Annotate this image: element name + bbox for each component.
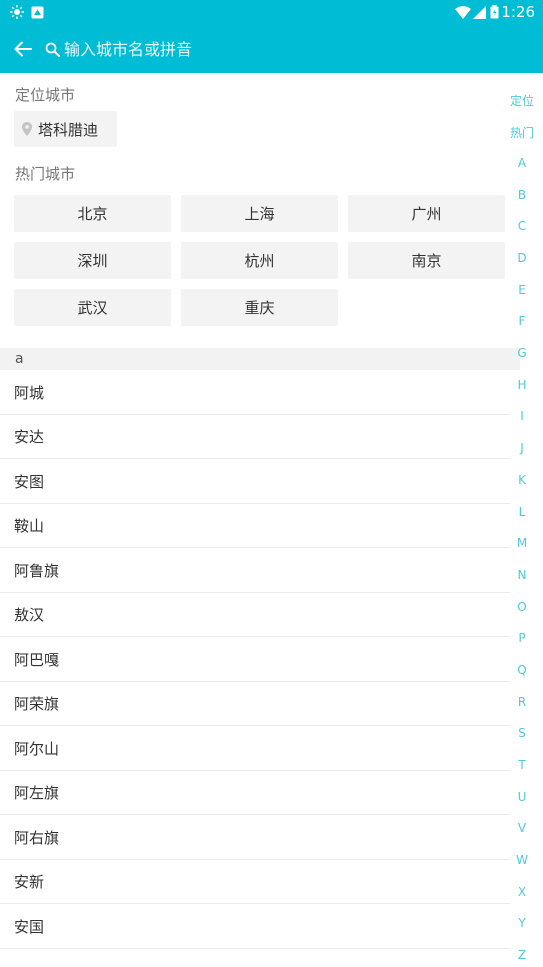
index-item[interactable]: W: [507, 853, 537, 867]
city-list-item[interactable]: 阿城: [0, 371, 510, 415]
city-list-item[interactable]: 鞍山: [0, 504, 510, 548]
index-item[interactable]: P: [507, 631, 537, 645]
index-item[interactable]: D: [507, 251, 537, 265]
index-item[interactable]: T: [507, 758, 537, 772]
index-item[interactable]: C: [507, 219, 537, 233]
city-list-item[interactable]: 安达: [0, 415, 510, 459]
index-item[interactable]: B: [507, 188, 537, 202]
location-section-title: 定位城市: [15, 86, 76, 104]
city-list-item[interactable]: 安新: [0, 860, 510, 904]
arrow-left-icon: [14, 41, 32, 57]
located-city-button[interactable]: 塔科腊迪: [14, 111, 117, 147]
hot-section-title: 热门城市: [15, 165, 76, 183]
city-list-item[interactable]: 阿巴嘎: [0, 638, 510, 682]
hot-city-button[interactable]: 北京: [14, 195, 171, 232]
brightness-icon: [10, 0, 24, 24]
index-item[interactable]: E: [507, 283, 537, 297]
city-list-item[interactable]: 阿荣旗: [0, 682, 510, 726]
index-item-location[interactable]: 定位: [507, 92, 537, 109]
signal-icon: [473, 0, 486, 24]
index-item[interactable]: V: [507, 821, 537, 835]
location-pin-icon: [22, 122, 32, 136]
city-list-item[interactable]: 阿左旗: [0, 771, 510, 815]
city-list-item[interactable]: 阿右旗: [0, 816, 510, 860]
index-item[interactable]: O: [507, 600, 537, 614]
hot-city-button[interactable]: 广州: [348, 195, 505, 232]
index-item[interactable]: J: [507, 441, 537, 455]
index-item[interactable]: I: [507, 409, 537, 423]
index-item[interactable]: F: [507, 314, 537, 328]
city-list-item[interactable]: 阿尔山: [0, 727, 510, 771]
search-toolbar: [0, 24, 543, 73]
index-item[interactable]: S: [507, 726, 537, 740]
index-item[interactable]: Q: [507, 663, 537, 677]
index-item[interactable]: Y: [507, 916, 537, 930]
index-item[interactable]: M: [507, 536, 537, 550]
index-item[interactable]: U: [507, 790, 537, 804]
search-input[interactable]: [64, 39, 484, 59]
hot-city-button[interactable]: 重庆: [181, 289, 338, 326]
city-list-item[interactable]: 安图: [0, 460, 510, 504]
located-city-name: 塔科腊迪: [38, 120, 99, 139]
index-item[interactable]: Z: [507, 948, 537, 962]
index-item[interactable]: X: [507, 885, 537, 899]
search-icon: [45, 42, 60, 57]
index-item[interactable]: A: [507, 156, 537, 170]
hot-city-button[interactable]: 南京: [348, 242, 505, 279]
wifi-icon: [455, 0, 471, 24]
city-list-item[interactable]: 阿鲁旗: [0, 549, 510, 593]
index-item[interactable]: R: [507, 695, 537, 709]
index-item[interactable]: H: [507, 378, 537, 392]
group-header-letter: a: [0, 348, 520, 370]
index-item-hot[interactable]: 热门: [507, 124, 537, 141]
hot-city-button[interactable]: 杭州: [181, 242, 338, 279]
index-item[interactable]: N: [507, 568, 537, 582]
city-list-item[interactable]: 敖汉: [0, 593, 510, 637]
battery-icon: [490, 0, 499, 24]
index-item[interactable]: G: [507, 346, 537, 360]
notification-icon: [31, 0, 44, 24]
index-item[interactable]: K: [507, 473, 537, 487]
hot-city-button[interactable]: 上海: [181, 195, 338, 232]
status-bar: 1:26: [0, 0, 543, 24]
back-button[interactable]: [10, 36, 36, 62]
search-field[interactable]: [45, 36, 523, 62]
status-time: 1:26: [501, 3, 535, 21]
index-item[interactable]: L: [507, 505, 537, 519]
city-list-item[interactable]: 安国: [0, 905, 510, 949]
hot-city-button[interactable]: 武汉: [14, 289, 171, 326]
hot-city-button[interactable]: 深圳: [14, 242, 171, 279]
